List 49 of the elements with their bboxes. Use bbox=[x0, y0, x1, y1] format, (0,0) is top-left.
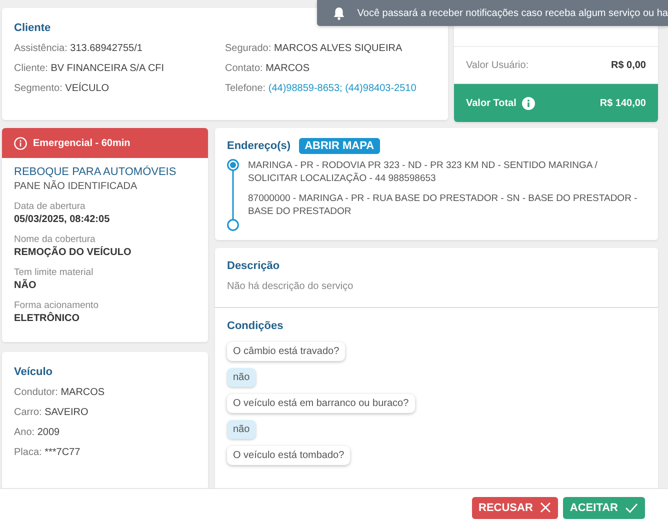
reject-button[interactable]: RECUSAR bbox=[472, 496, 558, 518]
answer-bubble: não bbox=[227, 420, 256, 439]
bell-icon bbox=[333, 6, 346, 20]
route-timeline-icon bbox=[227, 159, 239, 231]
info-text: Condutor: MARCOS bbox=[14, 387, 106, 398]
value-amount: R$ 0,00 bbox=[610, 60, 646, 70]
question-bubble: O veículo está tombado? bbox=[227, 446, 350, 465]
open-map-button[interactable]: ABRIR MAPA bbox=[298, 138, 380, 154]
field-value: ELETRÔNICO bbox=[14, 313, 81, 324]
section-title: Endereço(s) bbox=[227, 140, 291, 152]
field-value: REMOÇÃO DO VEÍCULO bbox=[14, 247, 132, 258]
section-title: Veículo bbox=[14, 366, 54, 378]
check-icon bbox=[625, 502, 638, 512]
field-label: Tem limite material bbox=[14, 267, 94, 278]
address-text: MARINGA - PR - RODOVIA PR 323 - ND - PR 323 KM ND - SENTIDO MARINGA / SOLICITAR LOCALIZAÇÃO - 44 988598653 bbox=[248, 159, 598, 185]
field-label: Data de abertura bbox=[14, 201, 86, 212]
field-value: NÃO bbox=[14, 280, 38, 291]
priority-text: Emergencial - 60min bbox=[33, 138, 130, 148]
info-text: Segurado: MARCOS ALVES SIQUEIRA bbox=[225, 43, 404, 54]
notification-text: Você passará a receber notificações caso receba algum serviço ou ha bbox=[357, 8, 668, 18]
info-text: Carro: SAVEIRO bbox=[14, 407, 90, 418]
info-text: Segmento: VEÍCULO bbox=[14, 83, 110, 94]
field-value: 05/03/2025, 08:42:05 bbox=[14, 214, 111, 225]
description-text: Não há descrição do serviço bbox=[227, 281, 354, 292]
total-amount: R$ 140,00 bbox=[600, 98, 646, 108]
info-text: Cliente: BV FINANCEIRA S/A CFI bbox=[14, 63, 166, 74]
close-icon bbox=[540, 502, 551, 513]
phone-link[interactable]: (44)98859-8653; (44)98403-2510 bbox=[268, 83, 416, 94]
info-text: Contato: MARCOS bbox=[225, 63, 310, 74]
question-bubble: O veículo está em barranco ou buraco? bbox=[227, 394, 415, 413]
question-bubble: O câmbio está travado? bbox=[227, 342, 346, 361]
address-text: 87000000 - MARINGA - PR - RUA BASE DO PRESTADOR - SN - BASE DO PRESTADOR - BASE DO PRESTADOR bbox=[248, 192, 638, 218]
value-label: Valor Usuário: bbox=[466, 60, 529, 70]
info-icon[interactable] bbox=[522, 96, 536, 110]
field-label: Nome da cobertura bbox=[14, 234, 96, 245]
info-text: Telefone: (44)98859-8653; (44)98403-2510 bbox=[225, 83, 418, 94]
info-icon bbox=[14, 136, 27, 150]
section-title: Cliente bbox=[14, 22, 52, 34]
section-title: Descrição bbox=[227, 260, 281, 272]
info-text: Assistência: 313.68942755/1 bbox=[14, 43, 144, 54]
info-text: Placa: ***7C77 bbox=[14, 447, 82, 458]
field-label: Forma acionamento bbox=[14, 300, 100, 311]
section-title: Condições bbox=[227, 320, 284, 332]
accept-button[interactable]: ACEITAR bbox=[562, 496, 645, 518]
service-subtitle: PANE NÃO IDENTIFICADA bbox=[14, 181, 138, 192]
service-title: REBOQUE PARA AUTOMÓVEIS bbox=[14, 166, 178, 178]
info-text: Ano: 2009 bbox=[14, 427, 61, 438]
answer-bubble: não bbox=[227, 368, 256, 387]
total-label: Valor Total bbox=[466, 98, 516, 108]
